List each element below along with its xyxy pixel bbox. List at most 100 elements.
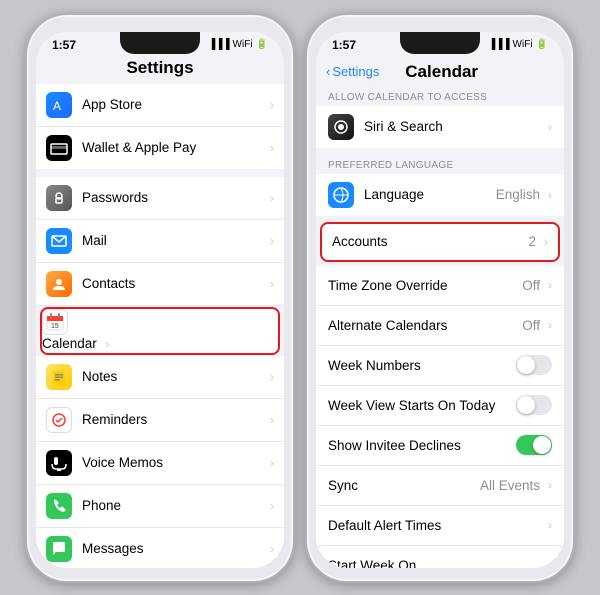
- chevron-icon: ›: [270, 456, 274, 470]
- notes-icon: [46, 364, 72, 390]
- weekview-label: Week View Starts On Today: [328, 398, 516, 413]
- settings-group-2: Passwords › Mail › Conta: [36, 177, 284, 568]
- language-items: Language English ›: [316, 174, 564, 216]
- week-view-toggle[interactable]: [516, 395, 552, 415]
- signal-icon: ▐▐▐: [488, 39, 509, 50]
- status-icons-right: ▐▐▐ WiFi 🔋: [488, 39, 548, 50]
- list-item[interactable]: Start Week On ›: [316, 546, 564, 568]
- list-item[interactable]: Phone ›: [36, 485, 284, 528]
- list-item[interactable]: Mail ›: [36, 220, 284, 263]
- altcal-label: Alternate Calendars: [328, 318, 522, 333]
- back-chevron-icon: ‹: [326, 64, 330, 79]
- week-numbers-toggle[interactable]: [516, 355, 552, 375]
- list-item[interactable]: Voice Memos ›: [36, 442, 284, 485]
- calendar-nav: ‹ Settings Calendar: [316, 54, 564, 86]
- svg-text:15: 15: [51, 323, 59, 330]
- settings-group-1-items: A App Store › Wallet & Apple Pay ›: [36, 84, 284, 169]
- language-group: PREFERRED LANGUAGE Language English ›: [316, 154, 564, 216]
- chevron-icon: ›: [548, 318, 552, 332]
- settings-group-2-items: Passwords › Mail › Conta: [36, 177, 284, 568]
- language-value: English: [496, 187, 540, 202]
- accounts-label: Accounts: [332, 234, 528, 249]
- list-item[interactable]: Notes ›: [36, 356, 284, 399]
- back-label: Settings: [332, 64, 379, 79]
- passwords-label: Passwords: [82, 190, 266, 205]
- chevron-icon: ›: [270, 191, 274, 205]
- language-icon: [328, 182, 354, 208]
- chevron-icon: ›: [270, 413, 274, 427]
- settings-group-1: A App Store › Wallet & Apple Pay ›: [36, 84, 284, 169]
- contacts-label: Contacts: [82, 276, 266, 291]
- status-icons-left: ▐▐▐ WiFi 🔋: [208, 39, 268, 50]
- messages-label: Messages: [82, 541, 266, 556]
- notch: [120, 32, 200, 54]
- passwords-icon: [46, 185, 72, 211]
- allow-access-items: Siri & Search ›: [316, 106, 564, 148]
- calendar-settings-list: ALLOW CALENDAR TO ACCESS Siri & Search ›…: [316, 86, 564, 568]
- list-item[interactable]: Messages ›: [36, 528, 284, 568]
- settings-list: A App Store › Wallet & Apple Pay ›: [36, 84, 284, 568]
- chevron-icon: ›: [270, 370, 274, 384]
- mail-label: Mail: [82, 233, 266, 248]
- chevron-icon: ›: [270, 98, 274, 112]
- battery-icon: 🔋: [256, 39, 268, 50]
- list-item[interactable]: Week Numbers: [316, 346, 564, 386]
- phone-label: Phone: [82, 498, 266, 513]
- wallet-icon: [46, 135, 72, 161]
- reminders-label: Reminders: [82, 412, 266, 427]
- chevron-icon: ›: [270, 141, 274, 155]
- list-item[interactable]: Wallet & Apple Pay ›: [36, 127, 284, 169]
- chevron-icon: ›: [548, 278, 552, 292]
- altcal-value: Off: [522, 318, 540, 333]
- left-phone: 1:57 ▐▐▐ WiFi 🔋 Settings A App Store: [25, 13, 295, 583]
- chevron-icon: ›: [548, 120, 552, 134]
- status-time-left: 1:57: [52, 38, 76, 52]
- list-item[interactable]: Week View Starts On Today: [316, 386, 564, 426]
- other-settings-group: Time Zone Override Off › Alternate Calen…: [316, 266, 564, 568]
- phone-icon: [46, 493, 72, 519]
- chevron-icon: ›: [548, 188, 552, 202]
- messages-icon: [46, 536, 72, 562]
- right-phone: 1:57 ▐▐▐ WiFi 🔋 ‹ Settings Calendar ALLO…: [305, 13, 575, 583]
- back-button[interactable]: ‹ Settings: [326, 64, 379, 79]
- chevron-icon: ›: [548, 518, 552, 532]
- signal-icon: ▐▐▐: [208, 39, 229, 50]
- list-item[interactable]: Passwords ›: [36, 177, 284, 220]
- list-item[interactable]: Time Zone Override Off ›: [316, 266, 564, 306]
- chevron-icon: ›: [548, 558, 552, 568]
- wallet-label: Wallet & Apple Pay: [82, 140, 266, 155]
- list-item[interactable]: Reminders ›: [36, 399, 284, 442]
- list-item[interactable]: Language English ›: [316, 174, 564, 216]
- list-item[interactable]: Siri & Search ›: [316, 106, 564, 148]
- list-item[interactable]: Sync All Events ›: [316, 466, 564, 506]
- right-screen: 1:57 ▐▐▐ WiFi 🔋 ‹ Settings Calendar ALLO…: [316, 32, 564, 568]
- calendar-label: Calendar: [42, 336, 97, 351]
- language-label: Language: [364, 187, 496, 202]
- chevron-icon: ›: [105, 337, 109, 351]
- language-label: PREFERRED LANGUAGE: [316, 154, 564, 174]
- settings-title: Settings: [36, 54, 284, 84]
- accounts-row[interactable]: Accounts 2 ›: [320, 222, 560, 262]
- chevron-icon: ›: [270, 277, 274, 291]
- allow-access-group: ALLOW CALENDAR TO ACCESS Siri & Search ›: [316, 86, 564, 148]
- other-settings-items: Time Zone Override Off › Alternate Calen…: [316, 266, 564, 568]
- appstore-icon: A: [46, 92, 72, 118]
- notch: [400, 32, 480, 54]
- contacts-icon: [46, 271, 72, 297]
- mail-icon: [46, 228, 72, 254]
- sync-value: All Events: [480, 478, 540, 493]
- list-item[interactable]: Contacts ›: [36, 263, 284, 306]
- left-screen: 1:57 ▐▐▐ WiFi 🔋 Settings A App Store: [36, 32, 284, 568]
- appstore-label: App Store: [82, 97, 266, 112]
- list-item[interactable]: Show Invitee Declines: [316, 426, 564, 466]
- invitee-toggle[interactable]: [516, 435, 552, 455]
- chevron-icon: ›: [270, 234, 274, 248]
- weeknumbers-label: Week Numbers: [328, 358, 516, 373]
- status-time-right: 1:57: [332, 38, 356, 52]
- list-item[interactable]: Alternate Calendars Off ›: [316, 306, 564, 346]
- svg-text:A: A: [53, 99, 61, 113]
- list-item[interactable]: Default Alert Times ›: [316, 506, 564, 546]
- calendar-row[interactable]: 15 Calendar ›: [40, 307, 280, 355]
- timezone-value: Off: [522, 278, 540, 293]
- list-item[interactable]: A App Store ›: [36, 84, 284, 127]
